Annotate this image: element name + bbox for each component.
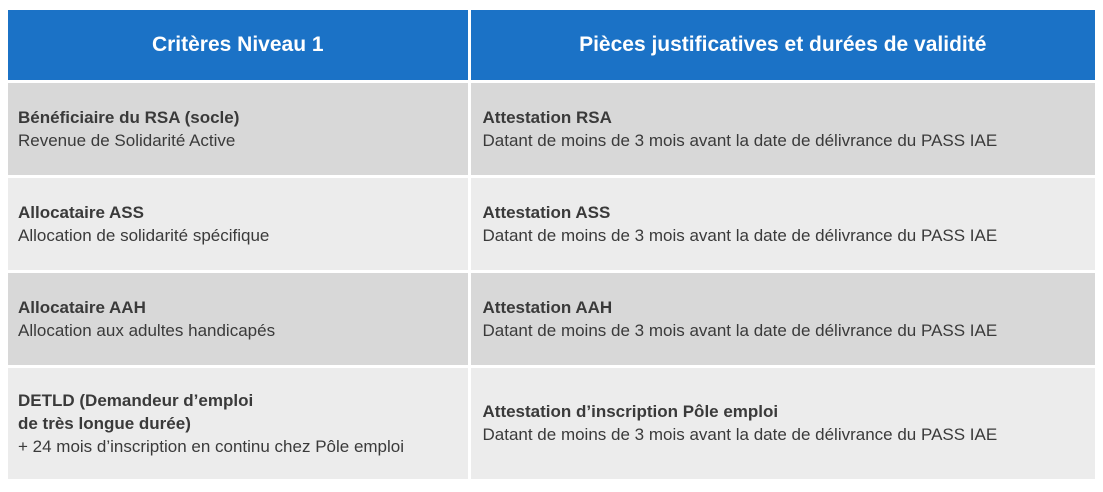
criterion-detail: Allocation de solidarité spécifique bbox=[18, 226, 270, 245]
criteria-table: Critères Niveau 1 Pièces justificatives … bbox=[8, 10, 1095, 479]
table-row: DETLD (Demandeur d’emploi de très longue… bbox=[8, 365, 1095, 479]
document-detail: Datant de moins de 3 mois avant la date … bbox=[482, 321, 998, 340]
table-row: Allocataire ASS Allocation de solidarité… bbox=[8, 175, 1095, 272]
criterion-cell: Allocataire AAH Allocation aux adultes h… bbox=[8, 270, 471, 367]
document-title: Attestation RSA bbox=[482, 108, 612, 127]
document-title: Attestation ASS bbox=[482, 203, 611, 222]
document-detail: Datant de moins de 3 mois avant la date … bbox=[482, 131, 998, 150]
document-detail: Datant de moins de 3 mois avant la date … bbox=[482, 226, 998, 245]
criterion-detail: + 24 mois d’inscription en continu chez … bbox=[18, 436, 405, 456]
document-cell: Attestation RSA Datant de moins de 3 moi… bbox=[469, 80, 1095, 177]
criterion-title-line-2: de très longue durée) bbox=[18, 413, 191, 433]
criterion-cell: DETLD (Demandeur d’emploi de très longue… bbox=[8, 365, 471, 479]
document-cell: Attestation ASS Datant de moins de 3 moi… bbox=[469, 175, 1095, 272]
criterion-detail: Revenue de Solidarité Active bbox=[18, 131, 236, 150]
document-cell: Attestation d’inscription Pôle emploi Da… bbox=[469, 365, 1095, 479]
criterion-title: Allocataire AAH bbox=[18, 298, 146, 317]
document-detail: Datant de moins de 3 mois avant la date … bbox=[482, 425, 998, 445]
table-row: Bénéficiaire du RSA (socle) Revenue de S… bbox=[8, 80, 1095, 177]
column-header-criteria: Critères Niveau 1 bbox=[8, 10, 471, 82]
criterion-title-line-1: DETLD (Demandeur d’emploi bbox=[18, 390, 254, 410]
criterion-detail: Allocation aux adultes handicapés bbox=[18, 321, 276, 340]
document-title: Attestation AAH bbox=[482, 298, 613, 317]
page: Critères Niveau 1 Pièces justificatives … bbox=[0, 0, 1103, 492]
table-header: Critères Niveau 1 Pièces justificatives … bbox=[8, 10, 1095, 82]
criterion-cell: Allocataire ASS Allocation de solidarité… bbox=[8, 175, 471, 272]
document-title: Attestation d’inscription Pôle emploi bbox=[482, 402, 779, 422]
criterion-cell: Bénéficiaire du RSA (socle) Revenue de S… bbox=[8, 80, 471, 177]
table-row: Allocataire AAH Allocation aux adultes h… bbox=[8, 270, 1095, 367]
column-header-documents: Pièces justificatives et durées de valid… bbox=[469, 10, 1095, 82]
document-cell: Attestation AAH Datant de moins de 3 moi… bbox=[469, 270, 1095, 367]
header-row: Critères Niveau 1 Pièces justificatives … bbox=[8, 10, 1095, 82]
criterion-title: Bénéficiaire du RSA (socle) bbox=[18, 108, 240, 127]
criterion-title: Allocataire ASS bbox=[18, 203, 144, 222]
